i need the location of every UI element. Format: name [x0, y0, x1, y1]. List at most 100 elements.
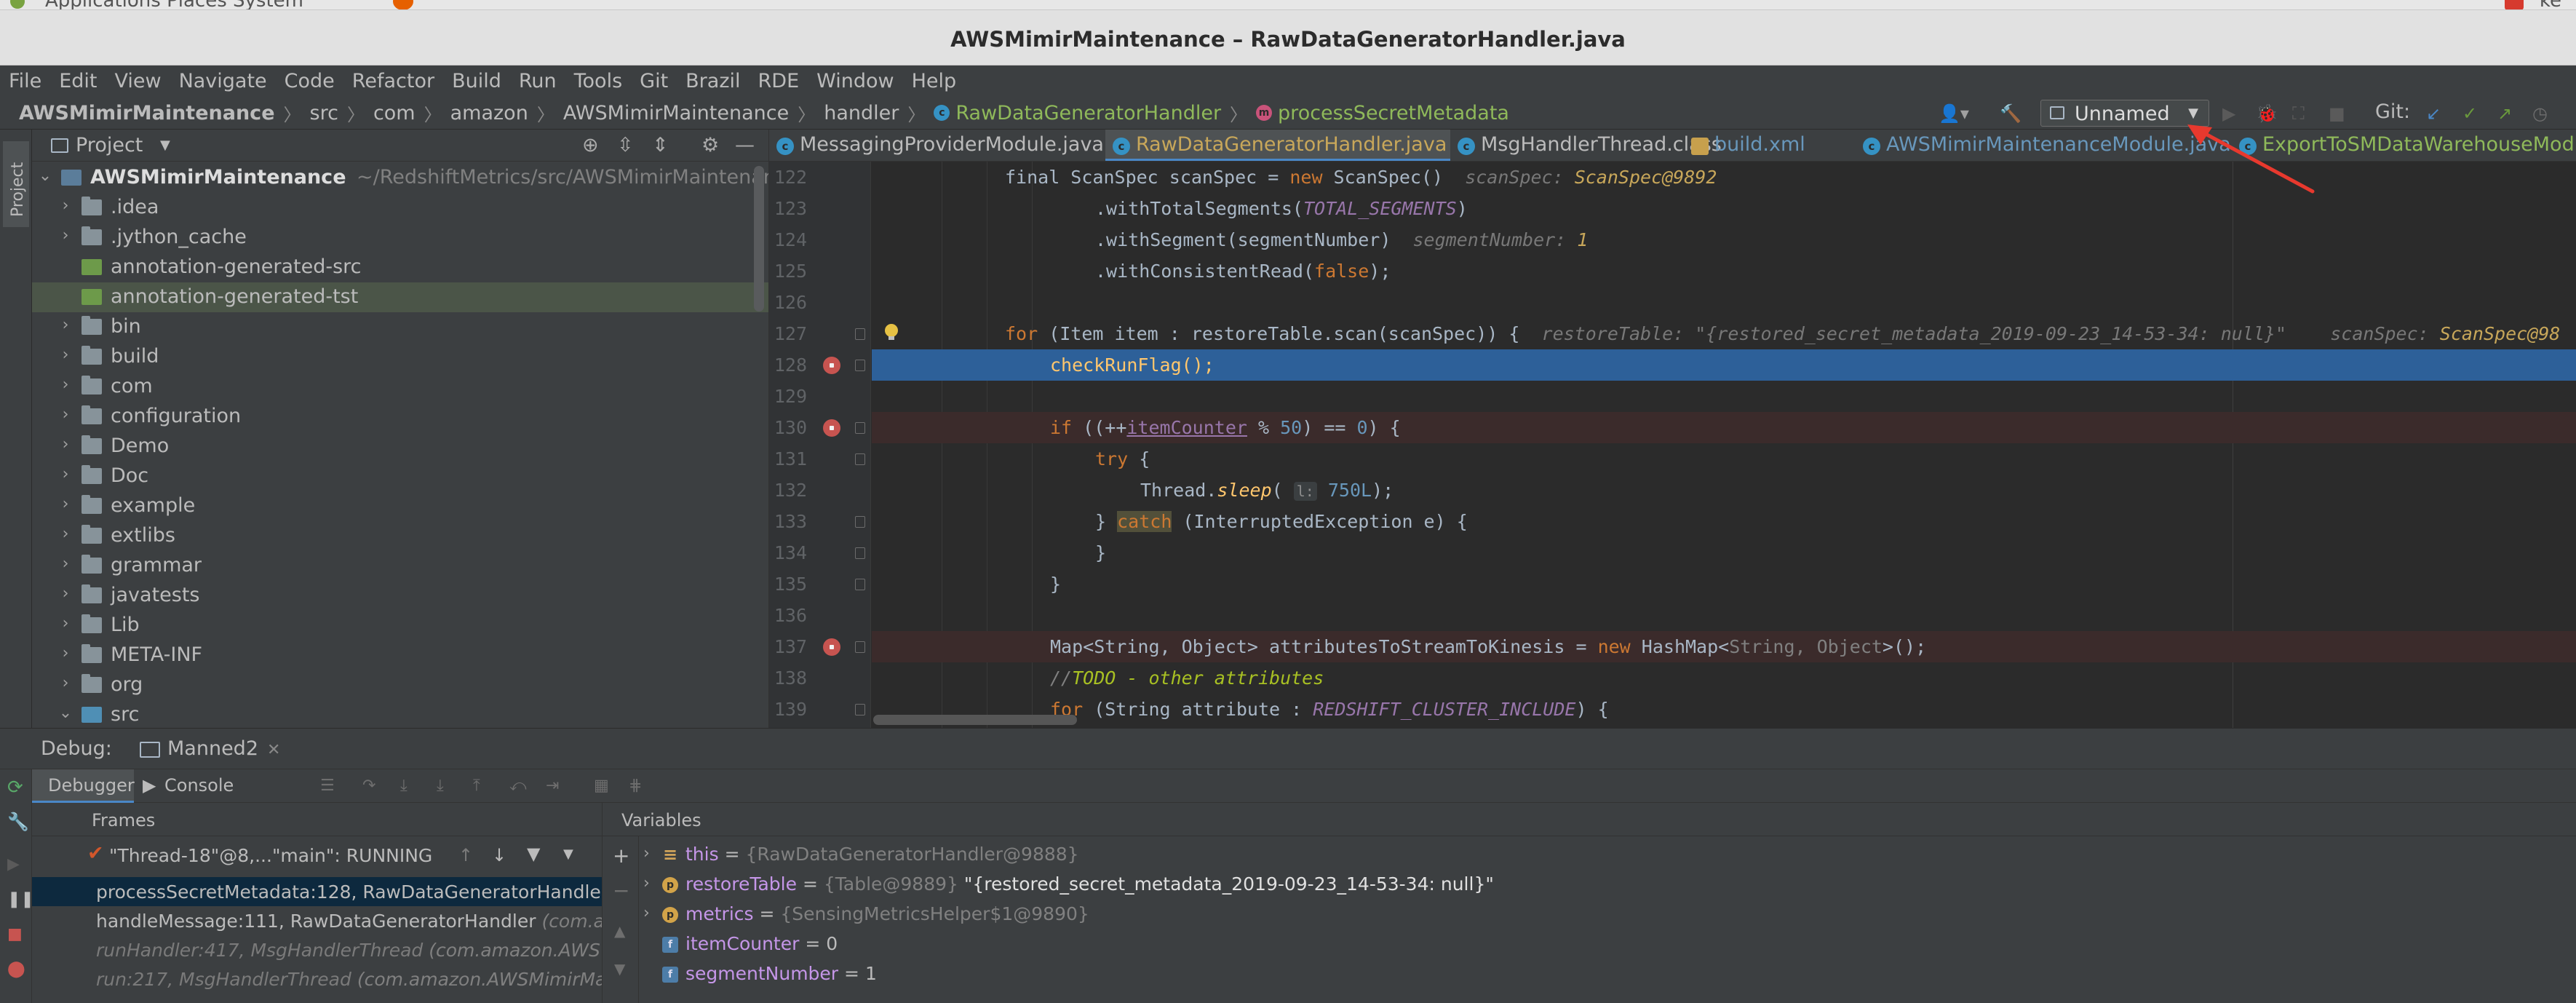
breakpoint-line[interactable]: Map<String, Object> attributesToStreamTo…: [872, 631, 2576, 662]
project-tree-item[interactable]: › extlibs: [32, 521, 768, 551]
stack-frame[interactable]: handleMessage:111, RawDataGeneratorHandl…: [32, 906, 602, 935]
add-watch-icon[interactable]: +: [613, 844, 629, 868]
hide-panel-icon[interactable]: —: [735, 134, 755, 156]
menu-rde[interactable]: RDE: [758, 70, 800, 92]
editor-tab[interactable]: build.xml: [1684, 130, 1856, 161]
code-line[interactable]: [872, 381, 2576, 412]
menu-run[interactable]: Run: [519, 70, 557, 92]
chevron-right-icon[interactable]: ›: [643, 844, 650, 863]
line-number[interactable]: 134: [769, 542, 807, 563]
code-line[interactable]: .withSegment(segmentNumber) segmentNumbe…: [872, 224, 2576, 255]
chevron-right-icon[interactable]: ›: [58, 376, 73, 394]
chevron-right-icon[interactable]: ›: [643, 874, 650, 892]
chevron-right-icon[interactable]: ›: [58, 226, 73, 245]
chevron-right-icon[interactable]: ›: [58, 584, 73, 603]
project-tree-item[interactable]: › com: [32, 372, 768, 402]
git-push-icon[interactable]: ↗: [2497, 103, 2512, 124]
lightbulb-icon[interactable]: [884, 324, 899, 341]
step-into-icon[interactable]: ⤓: [400, 777, 408, 795]
breakpoint-icon[interactable]: [823, 419, 840, 437]
menu-navigate[interactable]: Navigate: [179, 70, 267, 92]
expand-all-icon[interactable]: ⇳: [617, 134, 634, 156]
editor-gutter[interactable]: 122 123 124 125 126 127 128 129 130 131 132 133 134 1…: [769, 162, 871, 728]
breadcrumb-amazon[interactable]: amazon: [450, 102, 528, 124]
project-view-selector[interactable]: Project: [76, 134, 143, 156]
run-to-cursor-icon[interactable]: ⇥: [546, 777, 559, 795]
menu-edit[interactable]: Edit: [59, 70, 97, 92]
step-out-icon[interactable]: ⤒: [473, 777, 480, 795]
chevron-right-icon[interactable]: ›: [58, 316, 73, 334]
chevron-down-icon[interactable]: ▼: [160, 138, 170, 153]
project-tree-item[interactable]: annotation-generated-tst: [32, 282, 768, 312]
tab-debugger[interactable]: Debugger: [32, 769, 135, 803]
filter-icon[interactable]: ▼: [527, 844, 540, 864]
fold-marker-icon[interactable]: [855, 328, 865, 340]
line-number[interactable]: 125: [769, 261, 807, 282]
line-number[interactable]: 126: [769, 292, 807, 313]
distro-logo-icon[interactable]: [10, 0, 25, 9]
code-line[interactable]: for (String attribute : REDSHIFT_CLUSTER…: [872, 694, 2576, 725]
force-step-into-icon[interactable]: ⤓: [437, 777, 444, 795]
editor-tab[interactable]: c ExportToSMDataWarehouseModule: [2232, 130, 2576, 161]
code-line[interactable]: for (Item item : restoreTable.scan(scanS…: [872, 318, 2576, 349]
editor-tab[interactable]: c MessagingProviderModule.java: [769, 130, 1105, 161]
line-number[interactable]: 135: [769, 574, 807, 595]
menu-git[interactable]: Git: [640, 70, 668, 92]
system-menu-text[interactable]: Applications Places System: [45, 0, 303, 9]
run-with-coverage-icon[interactable]: ⛶: [2292, 103, 2305, 124]
move-up-icon[interactable]: ▲: [614, 922, 625, 940]
code-line[interactable]: try {: [872, 443, 2576, 475]
code-line[interactable]: final ScanSpec scanSpec = new ScanSpec()…: [872, 162, 2576, 193]
menu-code[interactable]: Code: [285, 70, 335, 92]
code-area[interactable]: final ScanSpec scanSpec = new ScanSpec()…: [872, 162, 2576, 728]
line-number[interactable]: 124: [769, 229, 807, 250]
collapse-all-icon[interactable]: ⇕: [652, 134, 669, 156]
line-number[interactable]: 137: [769, 636, 807, 657]
project-tree-item[interactable]: › .idea: [32, 193, 768, 223]
remove-watch-icon[interactable]: −: [613, 879, 629, 903]
chevron-down-icon[interactable]: ▼: [563, 847, 573, 862]
tray-app-icon[interactable]: [2505, 0, 2524, 9]
chevron-right-icon[interactable]: ›: [58, 614, 73, 633]
chevron-right-icon[interactable]: ›: [58, 644, 73, 662]
project-tree-item[interactable]: › grammar: [32, 551, 768, 581]
menu-help[interactable]: Help: [912, 70, 957, 92]
code-line[interactable]: } catch (InterruptedException e) {: [872, 506, 2576, 537]
menu-tools[interactable]: Tools: [574, 70, 623, 92]
stack-frame[interactable]: runHandler:417, MsgHandlerThread (com.am…: [32, 935, 602, 964]
project-tree-item[interactable]: › bin: [32, 312, 768, 342]
current-execution-line[interactable]: checkRunFlag();: [872, 349, 2576, 381]
project-tree-item[interactable]: › build: [32, 342, 768, 372]
rerun-icon[interactable]: ⟳: [7, 777, 25, 798]
project-tree-item[interactable]: › example: [32, 491, 768, 521]
trace-stream-icon[interactable]: ⋕: [629, 777, 642, 795]
line-number[interactable]: 123: [769, 198, 807, 219]
code-line[interactable]: }: [872, 537, 2576, 568]
chevron-right-icon[interactable]: ›: [58, 555, 73, 573]
chevron-right-icon[interactable]: ›: [58, 435, 73, 453]
tab-console[interactable]: Console ▶: [134, 769, 236, 803]
breakpoint-icon[interactable]: [823, 357, 840, 374]
fold-marker-icon[interactable]: [855, 516, 865, 528]
git-update-icon[interactable]: ↙: [2426, 103, 2441, 124]
menu-brazil[interactable]: Brazil: [685, 70, 740, 92]
fold-marker-icon[interactable]: [855, 360, 865, 371]
chevron-down-icon[interactable]: ⌄: [58, 704, 73, 722]
run-icon[interactable]: ▶: [2222, 103, 2235, 124]
chevron-right-icon[interactable]: ›: [58, 346, 73, 364]
project-tree-item[interactable]: › org: [32, 670, 768, 700]
git-history-icon[interactable]: ◷: [2532, 103, 2548, 124]
editor-horizontal-scrollbar[interactable]: [873, 715, 1077, 725]
chevron-right-icon[interactable]: ›: [58, 197, 73, 215]
line-number[interactable]: 136: [769, 605, 807, 626]
next-frame-icon[interactable]: ↓: [492, 845, 506, 865]
step-over-icon[interactable]: ↷: [362, 777, 375, 795]
chevron-right-icon[interactable]: ›: [643, 904, 650, 922]
project-tree-item[interactable]: annotation-generated-src: [32, 253, 768, 282]
debug-session-tab[interactable]: Manned2 ✕: [132, 734, 289, 764]
build-hammer-icon[interactable]: 🔨: [2000, 103, 2022, 124]
user-icon[interactable]: 👤▾: [1939, 103, 1969, 124]
menu-window[interactable]: Window: [816, 70, 894, 92]
breadcrumb-project[interactable]: AWSMimirMaintenance: [19, 102, 275, 124]
view-breakpoints-icon[interactable]: ⬤: [7, 960, 25, 978]
